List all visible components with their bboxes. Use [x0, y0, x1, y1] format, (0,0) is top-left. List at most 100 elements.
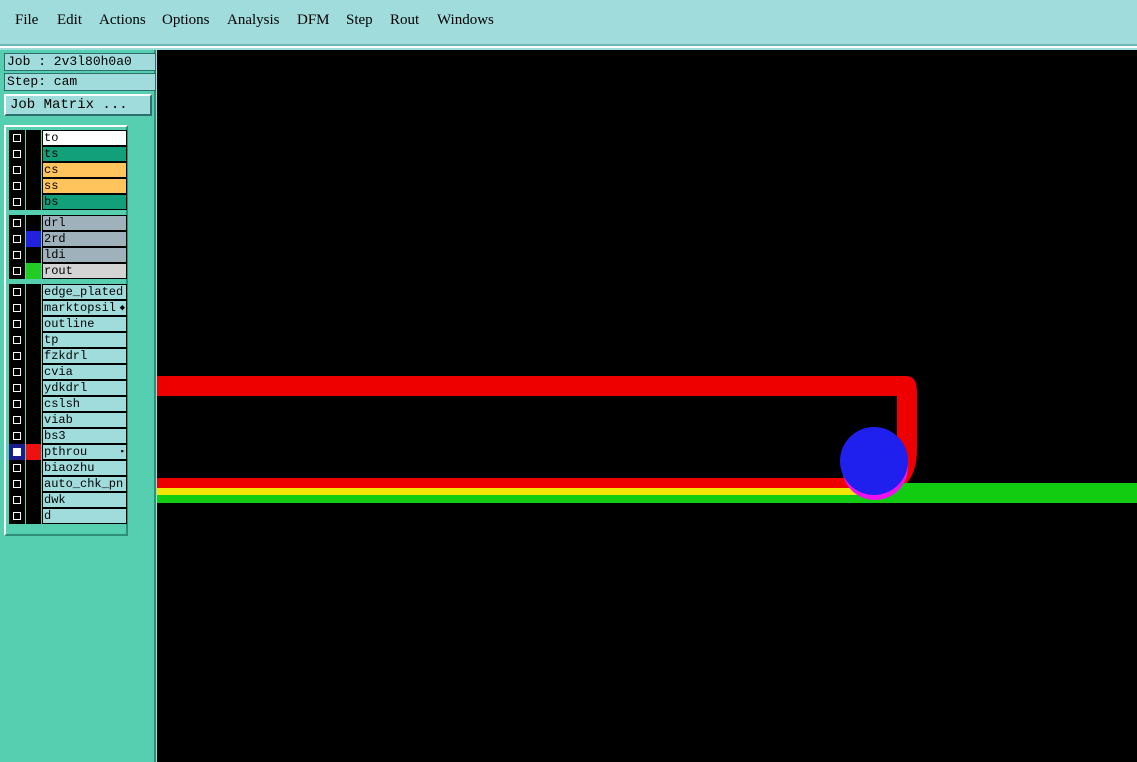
layer-checkbox[interactable]	[9, 396, 25, 412]
layer-name[interactable]: dwk	[42, 492, 127, 508]
menu-edit[interactable]: Edit	[57, 12, 82, 29]
layer-name[interactable]: auto_chk_pn	[42, 476, 127, 492]
layer-row-bs3[interactable]: bs3	[6, 428, 130, 444]
layer-name[interactable]: ydkdrl	[42, 380, 127, 396]
layer-color-swatch[interactable]	[26, 460, 41, 476]
menu-file[interactable]: File	[15, 12, 38, 29]
layer-checkbox[interactable]	[9, 162, 25, 178]
layer-row-d[interactable]: d	[6, 508, 130, 524]
layer-checkbox[interactable]	[9, 332, 25, 348]
layer-row-viab[interactable]: viab	[6, 412, 130, 428]
menu-step[interactable]: Step	[346, 12, 373, 29]
layer-name[interactable]: cvia	[42, 364, 127, 380]
layer-checkbox[interactable]	[9, 476, 25, 492]
layer-color-swatch[interactable]	[26, 348, 41, 364]
layer-checkbox[interactable]	[9, 178, 25, 194]
layer-name[interactable]: 2rd	[42, 231, 127, 247]
layer-name[interactable]: viab	[42, 412, 127, 428]
layer-name[interactable]: ss	[42, 178, 127, 194]
layer-name[interactable]: pthrou ▪	[42, 444, 127, 460]
layer-name[interactable]: tp	[42, 332, 127, 348]
layer-name[interactable]: bs	[42, 194, 127, 210]
layer-name[interactable]: to	[42, 130, 127, 146]
layer-color-swatch[interactable]	[26, 284, 41, 300]
layer-checkbox[interactable]	[9, 194, 25, 210]
layer-row-fzkdrl[interactable]: fzkdrl	[6, 348, 130, 364]
layer-row-cs[interactable]: cs	[6, 162, 130, 178]
layer-name[interactable]: bs3	[42, 428, 127, 444]
layer-color-swatch[interactable]	[26, 146, 41, 162]
layer-row-ldi[interactable]: ldi	[6, 247, 130, 263]
layer-name[interactable]: ts	[42, 146, 127, 162]
menu-analysis[interactable]: Analysis	[227, 12, 280, 29]
menu-actions[interactable]: Actions	[99, 12, 146, 29]
layer-row-ydkdrl[interactable]: ydkdrl	[6, 380, 130, 396]
job-matrix-button[interactable]: Job Matrix ...	[4, 94, 152, 116]
layer-name[interactable]: fzkdrl	[42, 348, 127, 364]
layer-checkbox[interactable]	[9, 130, 25, 146]
layer-name[interactable]: edge_plated	[42, 284, 127, 300]
layer-checkbox[interactable]	[9, 508, 25, 524]
layer-checkbox[interactable]	[9, 247, 25, 263]
layer-row-cslsh[interactable]: cslsh	[6, 396, 130, 412]
layer-row-2rd[interactable]: 2rd	[6, 231, 130, 247]
layer-row-dwk[interactable]: dwk	[6, 492, 130, 508]
layer-row-drl[interactable]: drl	[6, 215, 130, 231]
layer-row-ts[interactable]: ts	[6, 146, 130, 162]
layer-color-swatch[interactable]	[26, 178, 41, 194]
layer-color-swatch[interactable]	[26, 476, 41, 492]
layer-color-swatch[interactable]	[26, 492, 41, 508]
layer-checkbox[interactable]	[9, 263, 25, 279]
layer-name[interactable]: cslsh	[42, 396, 127, 412]
layer-row-cvia[interactable]: cvia	[6, 364, 130, 380]
layer-name[interactable]: ldi	[42, 247, 127, 263]
layer-color-swatch[interactable]	[26, 231, 41, 247]
layer-color-swatch[interactable]	[26, 130, 41, 146]
layer-color-swatch[interactable]	[26, 162, 41, 178]
layer-color-swatch[interactable]	[26, 263, 41, 279]
layer-row-pthrou[interactable]: pthrou ▪	[6, 444, 130, 460]
layer-color-swatch[interactable]	[26, 444, 41, 460]
layer-name[interactable]: marktopsil ◆	[42, 300, 127, 316]
layer-color-swatch[interactable]	[26, 247, 41, 263]
layer-row-marktopsil[interactable]: marktopsil ◆	[6, 300, 130, 316]
layer-checkbox[interactable]	[9, 348, 25, 364]
layer-row-edge_plated[interactable]: edge_plated	[6, 284, 130, 300]
layer-checkbox[interactable]	[9, 412, 25, 428]
layer-color-swatch[interactable]	[26, 380, 41, 396]
layer-color-swatch[interactable]	[26, 300, 41, 316]
layer-checkbox[interactable]	[9, 364, 25, 380]
layer-checkbox[interactable]	[9, 284, 25, 300]
layer-row-bs[interactable]: bs	[6, 194, 130, 210]
layer-color-swatch[interactable]	[26, 428, 41, 444]
layer-row-rout[interactable]: rout	[6, 263, 130, 279]
layer-color-swatch[interactable]	[26, 316, 41, 332]
layer-color-swatch[interactable]	[26, 215, 41, 231]
layer-row-biaozhu[interactable]: biaozhu	[6, 460, 130, 476]
layer-checkbox[interactable]	[9, 492, 25, 508]
layer-row-to[interactable]: to	[6, 130, 130, 146]
layer-row-tp[interactable]: tp	[6, 332, 130, 348]
graphic-canvas[interactable]	[157, 50, 1137, 762]
layer-color-swatch[interactable]	[26, 412, 41, 428]
layer-name[interactable]: cs	[42, 162, 127, 178]
menu-rout[interactable]: Rout	[390, 12, 419, 29]
menu-windows[interactable]: Windows	[437, 12, 494, 29]
layer-name[interactable]: outline	[42, 316, 127, 332]
layer-checkbox[interactable]	[9, 215, 25, 231]
layer-color-swatch[interactable]	[26, 508, 41, 524]
layer-name[interactable]: d	[42, 508, 127, 524]
layer-color-swatch[interactable]	[26, 364, 41, 380]
menu-options[interactable]: Options	[162, 12, 210, 29]
layer-name[interactable]: drl	[42, 215, 127, 231]
layer-checkbox[interactable]	[9, 444, 25, 460]
layer-row-outline[interactable]: outline	[6, 316, 130, 332]
layer-checkbox[interactable]	[9, 460, 25, 476]
layer-row-ss[interactable]: ss	[6, 178, 130, 194]
layer-checkbox[interactable]	[9, 428, 25, 444]
layer-checkbox[interactable]	[9, 146, 25, 162]
layer-checkbox[interactable]	[9, 380, 25, 396]
layer-row-auto_chk_pn[interactable]: auto_chk_pn	[6, 476, 130, 492]
layer-color-swatch[interactable]	[26, 396, 41, 412]
layer-color-swatch[interactable]	[26, 332, 41, 348]
